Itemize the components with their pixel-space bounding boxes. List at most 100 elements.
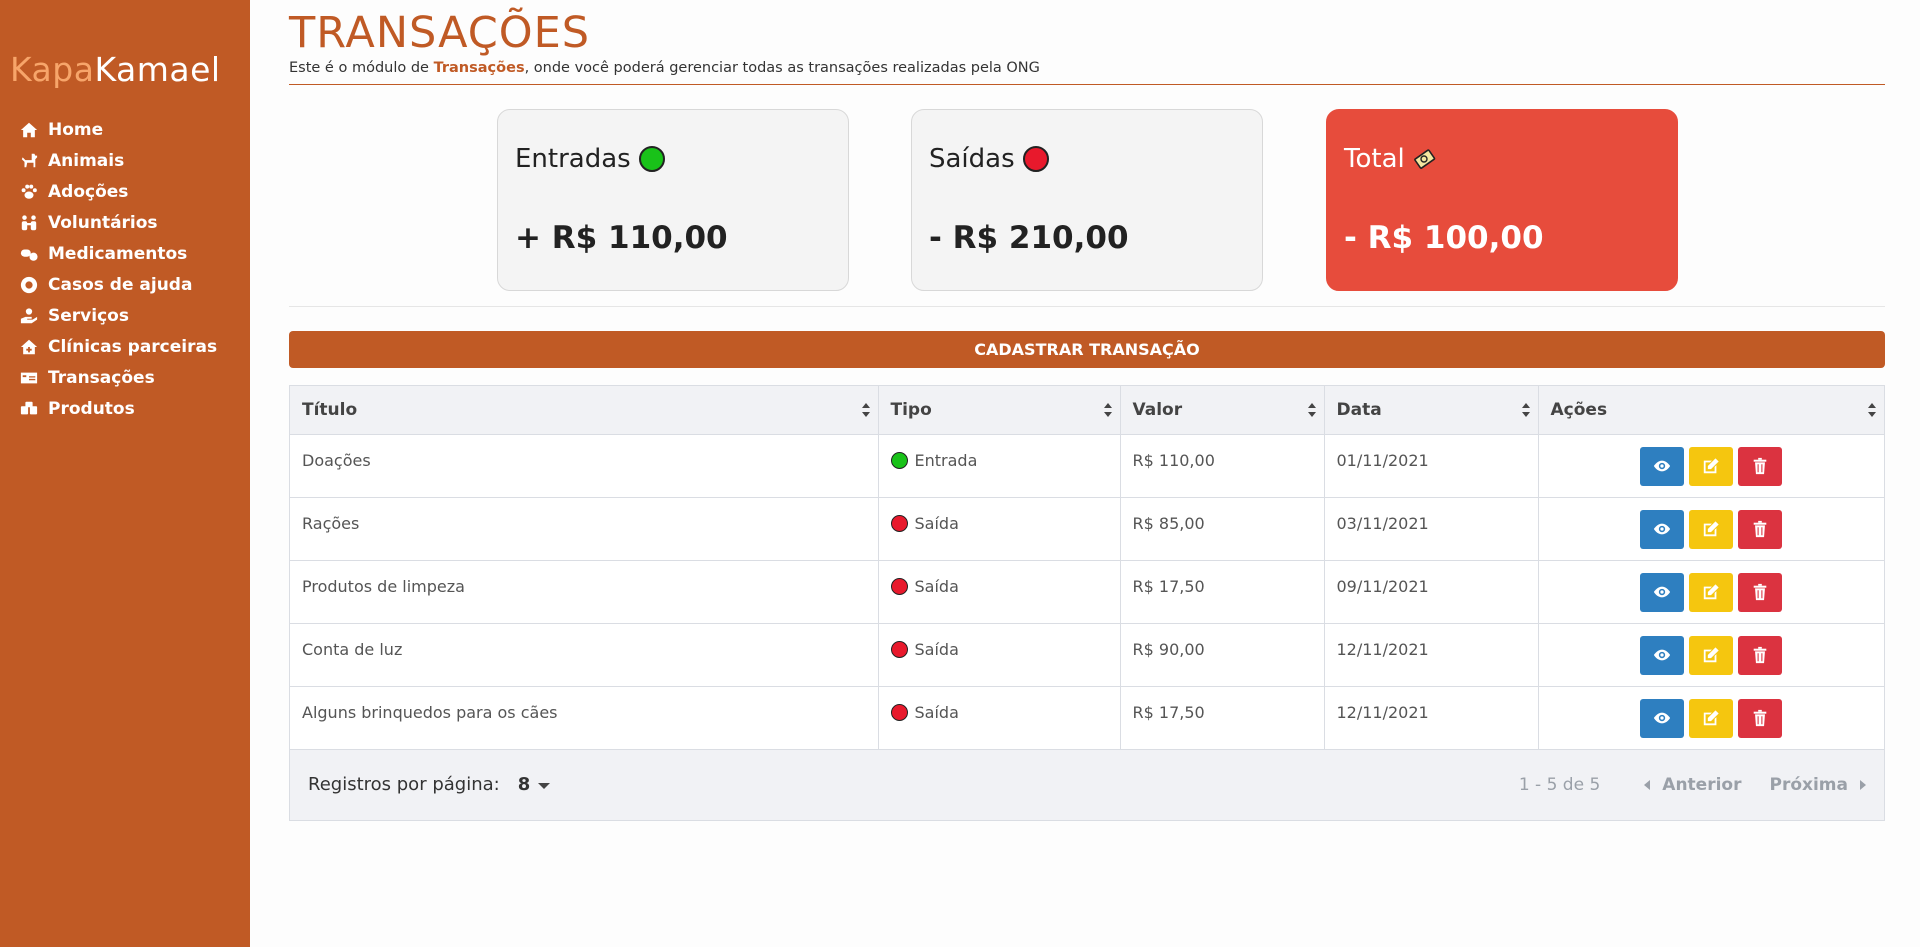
sidebar-item-label: Produtos xyxy=(48,398,135,419)
delete-button[interactable] xyxy=(1737,446,1782,486)
delete-button[interactable] xyxy=(1737,572,1782,612)
money-bag-icon xyxy=(1411,146,1437,172)
red-dot-icon xyxy=(1022,146,1049,172)
eye-icon xyxy=(1653,520,1671,538)
column-header-acoes[interactable]: Ações xyxy=(1538,386,1884,435)
caret-down-icon xyxy=(538,783,551,789)
per-page-select[interactable]: 8 xyxy=(518,774,551,795)
column-header-tipo[interactable]: Tipo xyxy=(878,386,1121,435)
sidebar-item-voluntarios[interactable]: Voluntários xyxy=(20,207,217,238)
green-dot-icon xyxy=(638,146,665,172)
card-saidas-title: Saídas xyxy=(929,144,1015,174)
sidebar-item-label: Casos de ajuda xyxy=(48,274,193,295)
sidebar-item-adocoes[interactable]: Adoções xyxy=(20,176,217,207)
previous-page-label: Anterior xyxy=(1662,774,1742,795)
edit-button[interactable] xyxy=(1688,635,1733,675)
sidebar-item-animais[interactable]: Animais xyxy=(20,145,217,176)
column-header-titulo[interactable]: Título xyxy=(290,386,879,435)
boxes-icon xyxy=(20,400,42,418)
cell-data: 12/11/2021 xyxy=(1324,686,1539,750)
table-footer: Registros por página: 8 1 - 5 de 5 Anter… xyxy=(290,749,1884,820)
per-page-label: Registros por página: xyxy=(308,774,500,795)
sidebar-item-casos-de-ajuda[interactable]: Casos de ajuda xyxy=(20,269,217,300)
brand-part-2: Kamael xyxy=(94,50,221,89)
next-page-label: Próxima xyxy=(1769,774,1848,795)
sidebar-item-clinicas-parceiras[interactable]: Clínicas parceiras xyxy=(20,331,217,362)
delete-button[interactable] xyxy=(1737,698,1782,738)
edit-icon xyxy=(1702,520,1720,538)
edit-button[interactable] xyxy=(1688,509,1733,549)
clinic-icon xyxy=(20,338,42,356)
cell-data: 01/11/2021 xyxy=(1324,434,1539,498)
sidebar-item-label: Voluntários xyxy=(48,212,158,233)
edit-button[interactable] xyxy=(1688,572,1733,612)
eye-icon xyxy=(1653,709,1671,727)
edit-button[interactable] xyxy=(1688,698,1733,738)
sidebar-item-medicamentos[interactable]: Medicamentos xyxy=(20,238,217,269)
card-saidas-value: - R$ 210,00 xyxy=(929,220,1129,256)
view-button[interactable] xyxy=(1639,572,1684,612)
delete-button[interactable] xyxy=(1737,509,1782,549)
page-subtitle: Este é o módulo de Transações, onde você… xyxy=(289,60,1040,76)
pagination: 1 - 5 de 5 Anterior Próxima xyxy=(1519,775,1866,795)
sidebar-item-servicos[interactable]: Serviços xyxy=(20,300,217,331)
register-transaction-button[interactable]: CADASTRAR TRANSAÇÃO xyxy=(289,331,1885,368)
cell-titulo: Conta de luz xyxy=(290,623,879,687)
cell-acoes xyxy=(1538,686,1884,750)
brand-logo[interactable]: KapaKamael xyxy=(10,50,221,89)
view-button[interactable] xyxy=(1639,509,1684,549)
sort-icon xyxy=(1307,403,1316,417)
page-title: TRANSAÇÕES xyxy=(289,8,591,58)
hand-icon xyxy=(20,307,42,325)
sidebar-item-transacoes[interactable]: Transações xyxy=(20,362,217,393)
transactions-table: Título Tipo Valor Data Ações Doações Entr… xyxy=(290,386,1884,750)
column-header-data[interactable]: Data xyxy=(1324,386,1539,435)
view-button[interactable] xyxy=(1639,446,1684,486)
sort-icon xyxy=(1868,403,1876,417)
cell-data: 03/11/2021 xyxy=(1324,497,1539,561)
table-row: Alguns brinquedos para os cães Saída R$ 17… xyxy=(290,686,1884,750)
subtitle-prefix: Este é o módulo de xyxy=(289,60,434,76)
trash-icon xyxy=(1751,520,1769,538)
trash-icon xyxy=(1751,583,1769,601)
edit-icon xyxy=(1702,646,1720,664)
status-dot-icon xyxy=(890,703,908,721)
status-dot-icon xyxy=(890,451,908,469)
subtitle-suffix: , onde você poderá gerenciar todas as tr… xyxy=(524,60,1040,76)
sidebar-item-produtos[interactable]: Produtos xyxy=(20,393,217,424)
card-entradas: Entradas + R$ 110,00 xyxy=(497,109,849,291)
status-dot-icon xyxy=(890,640,908,658)
sidebar: KapaKamael Home Animais Adoções Voluntár… xyxy=(0,0,250,947)
previous-page-button[interactable]: Anterior xyxy=(1644,775,1741,795)
cell-acoes xyxy=(1538,497,1884,561)
column-label: Data xyxy=(1336,399,1382,420)
edit-button[interactable] xyxy=(1688,446,1733,486)
cell-acoes xyxy=(1538,560,1884,624)
card-total-value: - R$ 100,00 xyxy=(1344,220,1544,256)
trash-icon xyxy=(1751,646,1769,664)
eye-icon xyxy=(1653,646,1671,664)
tipo-label: Saída xyxy=(914,639,959,659)
subtitle-highlight: Transações xyxy=(433,60,525,76)
sidebar-item-home[interactable]: Home xyxy=(20,114,217,145)
sidebar-item-label: Animais xyxy=(48,150,125,171)
view-button[interactable] xyxy=(1639,635,1684,675)
paw-icon xyxy=(20,183,42,201)
delete-button[interactable] xyxy=(1737,635,1782,675)
sidebar-nav: Home Animais Adoções Voluntários Medicam… xyxy=(20,114,217,424)
status-dot-icon xyxy=(890,577,908,595)
cell-valor: R$ 17,50 xyxy=(1120,560,1325,624)
column-header-valor[interactable]: Valor xyxy=(1120,386,1325,435)
cell-valor: R$ 90,00 xyxy=(1120,623,1325,687)
view-button[interactable] xyxy=(1639,698,1684,738)
edit-icon xyxy=(1702,709,1720,727)
table-header-row: Título Tipo Valor Data Ações xyxy=(290,386,1884,435)
eye-icon xyxy=(1653,583,1671,601)
per-page-control: Registros por página: 8 xyxy=(308,774,551,795)
cell-acoes xyxy=(1538,623,1884,687)
per-page-value: 8 xyxy=(517,774,531,795)
money-icon xyxy=(20,369,42,387)
cell-data: 09/11/2021 xyxy=(1324,560,1539,624)
next-page-button[interactable]: Próxima xyxy=(1769,775,1866,795)
card-total-label: Total xyxy=(1344,144,1437,174)
